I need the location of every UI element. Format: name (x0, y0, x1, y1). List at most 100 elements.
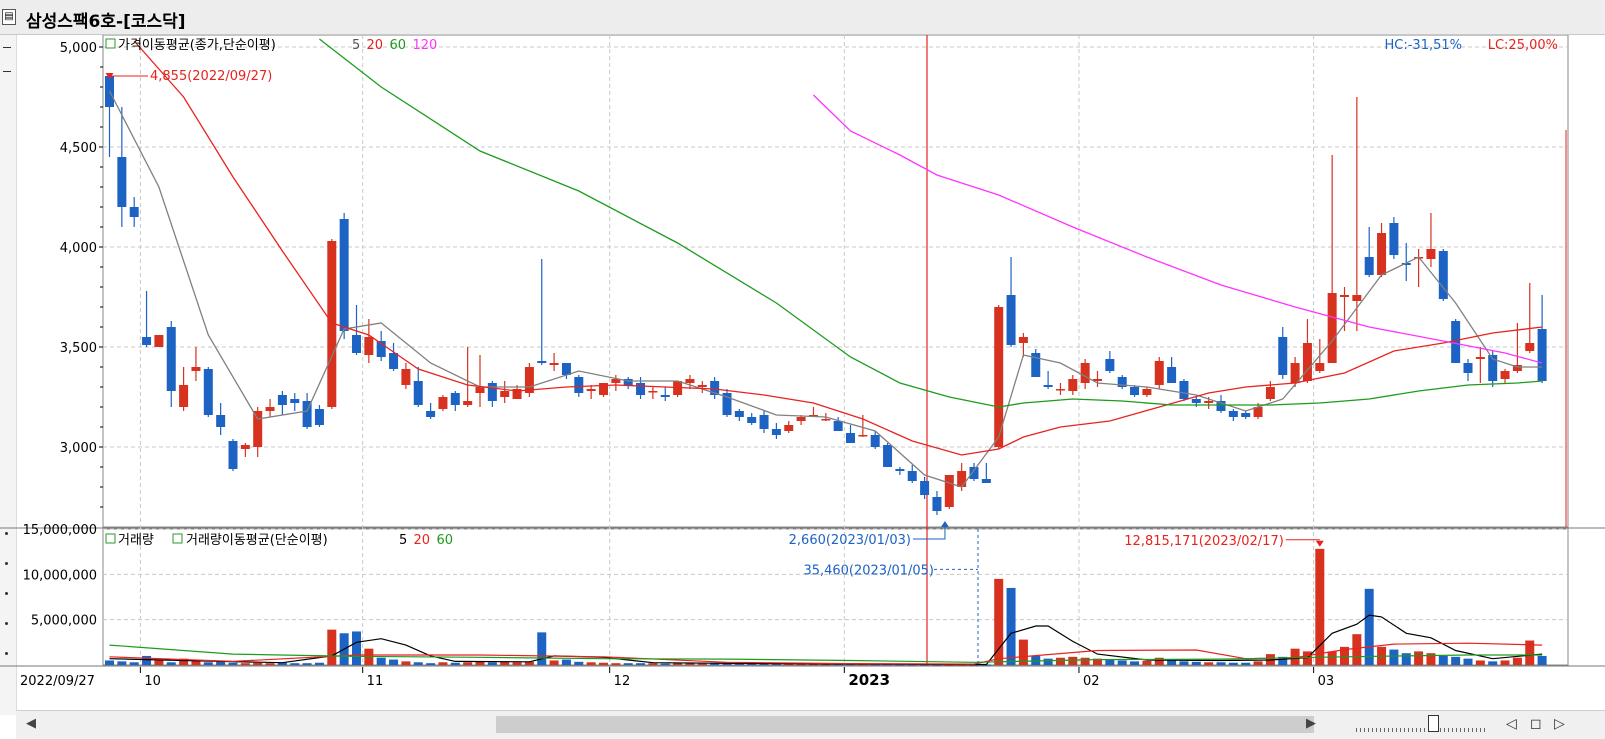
scroll-left-icon[interactable]: ◀ (26, 717, 36, 731)
volume-bar (129, 662, 139, 665)
candle-body (969, 467, 979, 479)
candle-body (1364, 257, 1374, 275)
volume-bar (463, 662, 473, 665)
volume-tick-label: 10,000,000 (23, 568, 97, 583)
candle-body (475, 387, 485, 393)
scroll-right-icon[interactable]: ▶ (1306, 717, 1316, 731)
candle-body (203, 369, 213, 415)
volume-bar (117, 661, 127, 665)
candle-body (784, 425, 794, 431)
next-icon[interactable]: ▷ (1554, 716, 1565, 732)
volume-bar (1117, 660, 1127, 665)
volume-legend-label: 거래량 (118, 533, 154, 548)
candle-body (500, 391, 510, 397)
candle-body (314, 409, 324, 425)
volume-bar (1253, 661, 1263, 665)
x-month-label-11: 11 (367, 674, 384, 689)
candle-body (734, 411, 744, 417)
price-tick-label: 5,000 (60, 41, 97, 56)
candle-body (154, 335, 164, 347)
price-tick-label: 3,000 (60, 441, 97, 456)
candle-body (1018, 337, 1028, 343)
volume-bar (426, 663, 436, 665)
volume-bar (574, 661, 584, 665)
candle-body (1105, 359, 1115, 371)
candle-body (1426, 249, 1436, 259)
candle-body (240, 445, 250, 449)
candle-body (944, 475, 954, 507)
candle-body (166, 327, 176, 391)
volume-bar (1167, 660, 1177, 665)
volume-bar (1191, 661, 1201, 665)
candle-body (981, 479, 991, 483)
candle-body (1241, 413, 1251, 417)
candle-body (1377, 233, 1387, 275)
candle-body (1191, 399, 1201, 403)
volume-bar (561, 659, 571, 665)
volume-ma-legend-checkbox-icon (172, 533, 183, 544)
candle-body (895, 469, 905, 471)
candle-body (450, 393, 460, 405)
candle-body (574, 377, 584, 393)
candle-body (846, 433, 855, 443)
candle-body (1302, 343, 1312, 381)
volume-bar (450, 662, 460, 665)
volume-tick-label: 15,000,000 (23, 523, 97, 538)
volume-bar (1179, 661, 1189, 665)
volume-bar (549, 660, 559, 665)
zoom-slider[interactable] (1356, 714, 1486, 736)
volume-bar (203, 662, 213, 665)
candle-body (463, 401, 473, 405)
volume-bar (1475, 660, 1485, 665)
candle-body (142, 337, 152, 345)
candle-body (796, 417, 806, 421)
volume-bar (1327, 651, 1337, 665)
candle-body (216, 415, 226, 427)
x-month-label-03: 03 (1318, 674, 1335, 689)
low-annotation: 2,660(2023/01/03) (789, 533, 911, 548)
horizontal-scrollbar[interactable]: ◀ ▶ ◁ ◻ ▷ (16, 710, 1605, 739)
candle-body (1228, 411, 1238, 417)
volume-bar (1451, 656, 1461, 665)
zoom-knob[interactable] (1428, 715, 1439, 732)
candle-body (883, 445, 893, 467)
volume-legend-ma-20: 20 (414, 533, 431, 548)
candle-body (290, 399, 300, 403)
price-tick-label: 4,500 (60, 141, 97, 156)
volume-bar (623, 663, 633, 665)
candle-body (821, 419, 831, 421)
candle-body (1265, 387, 1275, 399)
volume-bar (1068, 656, 1078, 665)
candle-body (660, 395, 670, 397)
volume-bar (1006, 587, 1016, 665)
candle-body (907, 471, 917, 481)
prev-icon[interactable]: ◁ (1506, 716, 1517, 732)
square-icon[interactable]: ◻ (1530, 716, 1542, 732)
legend-checkbox-icon (105, 38, 116, 49)
stock-chart[interactable]: 5,000 4,500 4,000 3,500 3,000 15,000,000 10,00… (0, 35, 1605, 710)
volume-bar (105, 660, 114, 665)
volume-bar (648, 663, 658, 665)
volume-bar (1315, 548, 1325, 665)
window-menu-icon[interactable]: ▤ (2, 9, 16, 25)
price-panel-frame (102, 35, 1569, 528)
candle-body (1352, 295, 1362, 301)
candle-body (1043, 385, 1053, 387)
candle-body (586, 389, 596, 391)
volume-panel-frame (102, 528, 1569, 666)
candle-body (265, 407, 275, 411)
candle-body (537, 361, 547, 363)
volume-bar (228, 662, 238, 665)
candle-body (957, 471, 967, 487)
volume-bar (401, 661, 411, 665)
candle-body (759, 415, 769, 429)
candle-body (1130, 387, 1140, 395)
candle-body (1278, 337, 1288, 375)
volume-bar (1204, 662, 1214, 665)
candle-body (487, 383, 497, 401)
candle-body (636, 383, 646, 395)
volume-bar (1401, 653, 1411, 665)
candle-body (1006, 295, 1016, 345)
scroll-thumb[interactable] (496, 716, 1314, 733)
candle-body (1080, 363, 1090, 383)
